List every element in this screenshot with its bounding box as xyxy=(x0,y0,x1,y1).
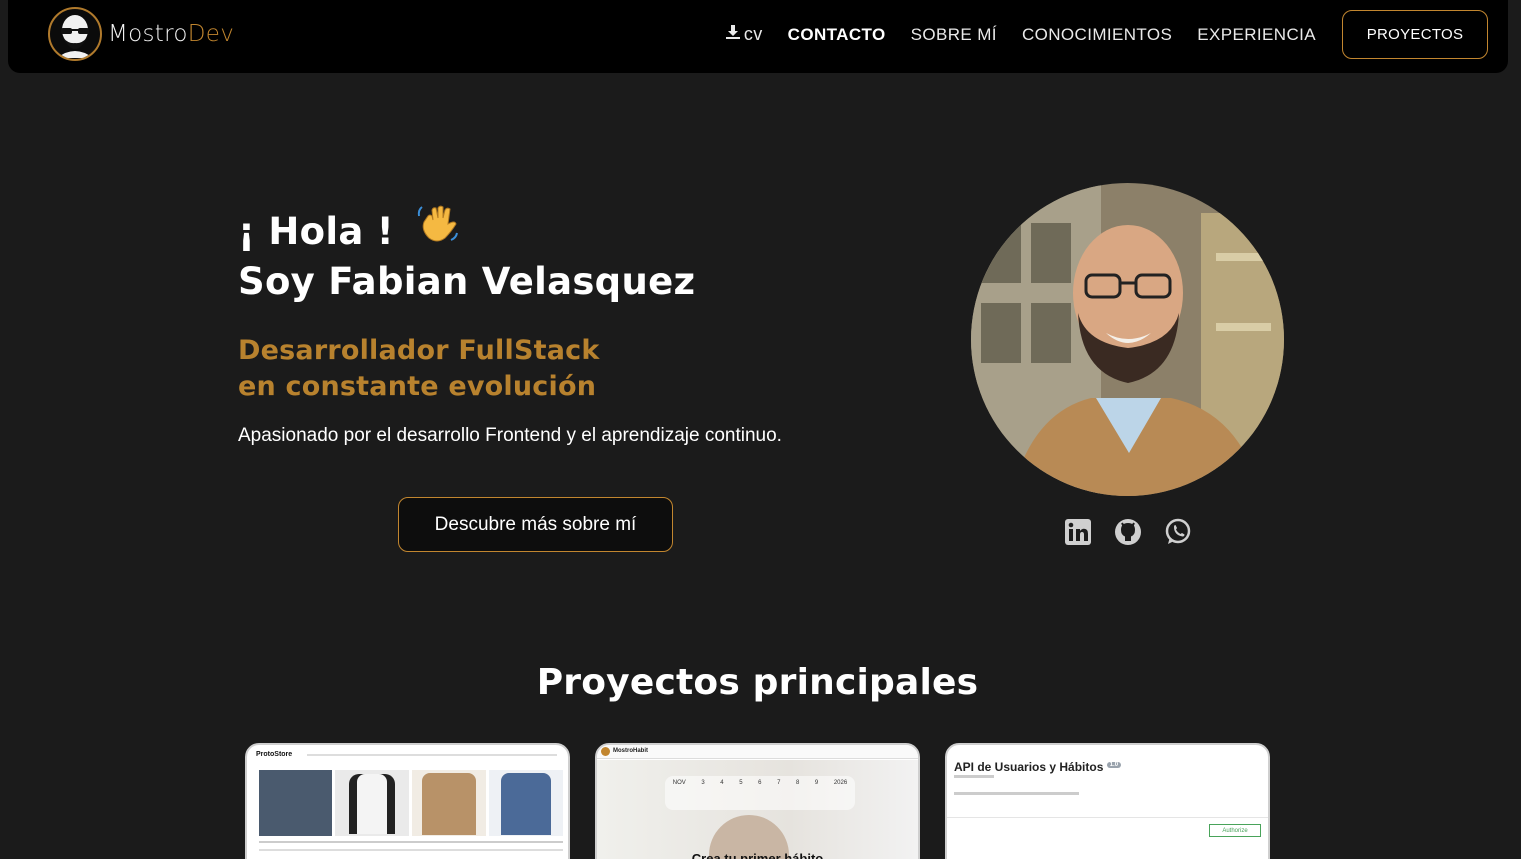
api-title: API de Usuarios y Hábitos 1.0 xyxy=(954,760,1122,774)
hero-role: Desarrollador FullStack en constante evo… xyxy=(238,333,599,405)
api-divider xyxy=(947,817,1268,818)
day-label: 9 xyxy=(814,780,819,786)
github-icon[interactable] xyxy=(1113,517,1143,547)
brand-name-part2: Dev xyxy=(187,21,235,47)
brand-name: MostroDev xyxy=(108,21,234,47)
project-card-mostrohabit[interactable]: MostroHabit NOV 3 4 5 6 7 8 9 2026 Crea … xyxy=(595,743,920,859)
projects-section-title: Proyectos principales xyxy=(536,662,979,703)
hero-description: Apasionado por el desarrollo Frontend y … xyxy=(238,425,782,446)
product-image-4 xyxy=(489,770,563,836)
card2-headline: Crea tu primer hábito xyxy=(691,851,824,859)
day-label: 3 xyxy=(701,780,705,786)
greeting-text: ¡ Hola ! xyxy=(238,210,394,253)
card1-price-row xyxy=(259,841,563,843)
day-label: 2026 xyxy=(833,780,848,786)
nav-download-cv[interactable]: cv xyxy=(725,24,763,45)
day-label: NOV xyxy=(672,780,686,786)
whatsapp-icon[interactable] xyxy=(1163,517,1193,547)
linkedin-icon[interactable] xyxy=(1063,517,1093,547)
day-label: 6 xyxy=(758,780,762,786)
nav-cv-label: cv xyxy=(743,24,763,44)
api-subtitle-line xyxy=(954,775,994,778)
profile-photo xyxy=(971,183,1284,496)
nav-links: cv CONTACTO SOBRE MÍ CONOCIMIENTOS EXPER… xyxy=(725,10,1488,59)
card2-logo-icon xyxy=(601,747,610,756)
product-image-1 xyxy=(259,770,332,836)
brand[interactable]: MostroDev xyxy=(48,7,234,61)
hero-name: Soy Fabian Velasquez xyxy=(238,260,696,303)
discover-more-button[interactable]: Descubre más sobre mí xyxy=(398,497,673,552)
navbar: MostroDev cv CONTACTO SOBRE MÍ CONOCIMIE… xyxy=(8,0,1508,73)
card1-text-row xyxy=(259,849,563,851)
day-label: 8 xyxy=(795,780,800,786)
nav-skills[interactable]: CONOCIMIENTOS xyxy=(1022,25,1172,45)
brand-name-part1: Mostro xyxy=(108,21,188,47)
product-image-2 xyxy=(335,770,409,836)
nav-experience[interactable]: EXPERIENCIA xyxy=(1197,25,1316,45)
authorize-label: Authorize xyxy=(1222,827,1248,834)
hero-greeting: ¡ Hola ! Soy Fabian Velasquez xyxy=(238,202,695,306)
nav-about[interactable]: SOBRE MÍ xyxy=(911,25,997,45)
nav-projects-button[interactable]: PROYECTOS xyxy=(1342,10,1488,59)
card1-nav-bar xyxy=(307,754,557,756)
authorize-button[interactable]: Authorize xyxy=(1209,824,1261,837)
download-icon xyxy=(725,24,744,45)
product-image-3 xyxy=(412,770,486,836)
nav-contact[interactable]: CONTACTO xyxy=(788,25,886,45)
social-links xyxy=(1063,517,1213,547)
day-label: 4 xyxy=(720,780,724,786)
project-card-protostore[interactable]: ProtoStore xyxy=(245,743,570,859)
api-description-line xyxy=(954,792,1079,795)
page: MostroDev cv CONTACTO SOBRE MÍ CONOCIMIE… xyxy=(0,0,1521,859)
role-line-1: Desarrollador FullStack xyxy=(238,335,600,366)
waving-hand-icon xyxy=(415,202,459,258)
role-line-2: en constante evolución xyxy=(238,371,597,402)
calendar-strip: NOV 3 4 5 6 7 8 9 2026 xyxy=(665,776,855,810)
api-title-text: API de Usuarios y Hábitos xyxy=(954,760,1104,774)
day-label: 7 xyxy=(777,780,781,786)
card1-header: ProtoStore xyxy=(256,751,293,758)
project-card-api[interactable]: API de Usuarios y Hábitos 1.0 Authorize xyxy=(945,743,1270,859)
logo-icon xyxy=(48,7,102,61)
card2-header: MostroHabit xyxy=(613,748,648,754)
api-version-badge: 1.0 xyxy=(1106,762,1122,768)
day-label: 5 xyxy=(739,780,743,786)
